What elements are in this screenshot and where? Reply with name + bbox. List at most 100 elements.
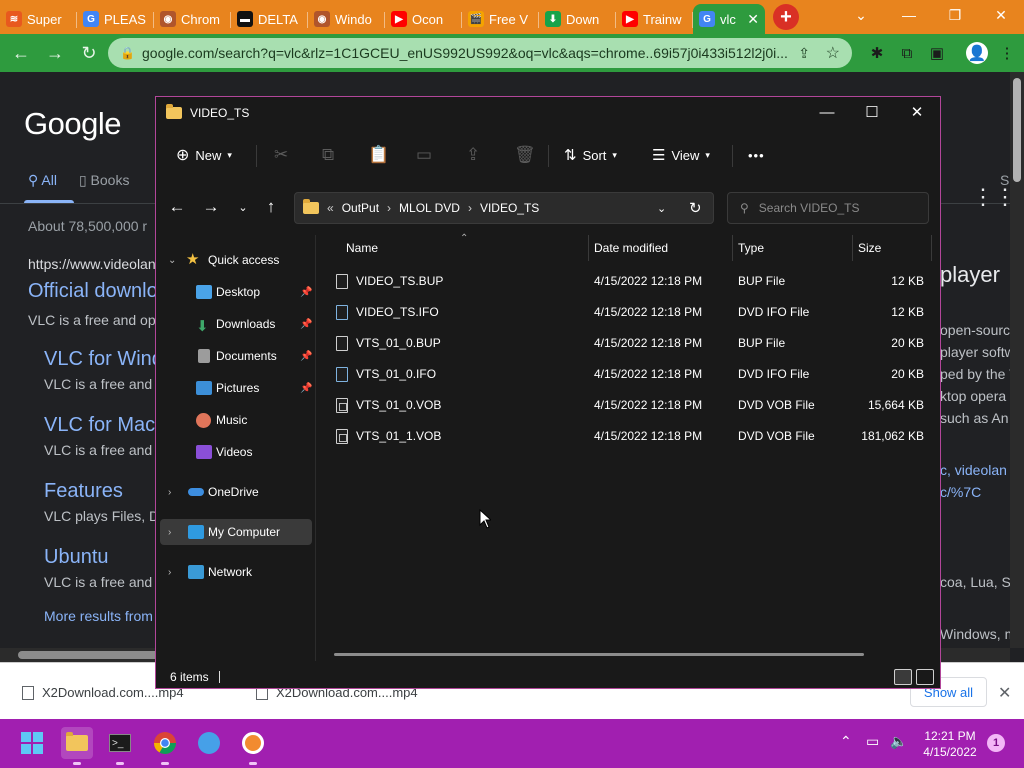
nav-music[interactable]: Music — [160, 407, 312, 433]
nav-pictures[interactable]: Pictures 📌 — [160, 375, 312, 401]
network-tray-icon[interactable]: ▭ — [866, 733, 879, 750]
browser-menu-icon[interactable]: ⋮ — [996, 42, 1018, 64]
nav-onedrive[interactable]: › OneDrive — [160, 479, 312, 505]
view-button[interactable]: ☰ View ▾ — [652, 141, 710, 169]
column-header-name[interactable]: Name — [346, 241, 378, 255]
pin-icon[interactable]: 📌 — [300, 351, 312, 362]
notification-badge[interactable]: 1 — [987, 734, 1005, 752]
delete-icon[interactable]: 🗑 — [514, 141, 536, 169]
tab-books[interactable]: ▯ Books — [79, 172, 130, 189]
app-taskbar-icon[interactable] — [237, 727, 269, 765]
page-vertical-scrollbar[interactable] — [1010, 72, 1024, 648]
sitelink-title[interactable]: VLC for Wind — [44, 348, 163, 371]
column-divider[interactable] — [732, 235, 733, 261]
pin-icon[interactable]: 📌 — [300, 287, 312, 298]
terminal-taskbar-icon[interactable]: >_ — [104, 727, 136, 765]
close-tab-icon[interactable]: ✕ — [747, 11, 759, 28]
browser-tab[interactable]: ≋ Super — [0, 4, 77, 34]
overflow-chevron[interactable]: « — [327, 201, 334, 215]
more-options-button[interactable]: ••• — [748, 141, 765, 169]
column-divider[interactable] — [852, 235, 853, 261]
close-button[interactable]: ✕ — [894, 97, 940, 127]
result-title[interactable]: Official downlo — [28, 280, 158, 303]
close-browser-button[interactable]: ✕ — [978, 0, 1024, 30]
extension-icon[interactable]: ⧉ — [896, 42, 918, 64]
minimize-browser-button[interactable]: — — [886, 0, 932, 30]
back-arrow-icon[interactable]: ← — [164, 195, 190, 219]
chevron-up-icon[interactable]: ⌃ — [840, 733, 852, 750]
sitelink-title[interactable]: Features — [44, 480, 123, 503]
column-divider[interactable] — [588, 235, 589, 261]
app-taskbar-icon[interactable] — [193, 727, 225, 759]
nav-documents[interactable]: Documents 📌 — [160, 343, 312, 369]
nav-quick-access[interactable]: ⌄ ★ Quick access — [160, 247, 312, 273]
column-header-type[interactable]: Type — [738, 241, 764, 255]
reload-icon[interactable]: ↻ — [74, 38, 104, 68]
browser-tab[interactable]: ◉ Chrom — [154, 4, 231, 34]
chevron-down-icon[interactable]: ⌄ — [168, 255, 176, 266]
search-input[interactable]: ⚲ Search VIDEO_TS — [727, 192, 929, 224]
file-explorer-taskbar-icon[interactable] — [61, 727, 93, 765]
breadcrumb-item[interactable]: OutPut — [342, 201, 379, 215]
chrome-taskbar-icon[interactable] — [149, 727, 181, 765]
maximize-button[interactable]: ☐ — [849, 97, 895, 127]
rename-icon[interactable]: ▭ — [416, 141, 432, 169]
nav-videos[interactable]: Videos — [160, 439, 312, 465]
browser-tab[interactable]: Gvlc ✕ — [693, 4, 765, 34]
browser-tab[interactable]: ▬ DELTA — [231, 4, 308, 34]
column-header-size[interactable]: Size — [858, 241, 881, 255]
back-arrow-icon[interactable]: ← — [6, 38, 36, 68]
nav-desktop[interactable]: Desktop 📌 — [160, 279, 312, 305]
pin-icon[interactable]: 📌 — [300, 383, 312, 394]
google-logo[interactable]: Google — [24, 106, 121, 142]
file-row[interactable]: VTS_01_0.BUP 4/15/2022 12:18 PM BUP File 20… — [330, 327, 934, 358]
tab-all[interactable]: ⚲ All — [28, 172, 57, 189]
breadcrumb[interactable]: « OutPut › MLOL DVD › VIDEO_TS ⌄ ↻ — [294, 192, 714, 224]
column-divider[interactable] — [931, 235, 932, 261]
close-icon[interactable]: ✕ — [998, 683, 1011, 703]
breadcrumb-item[interactable]: VIDEO_TS — [480, 201, 539, 215]
details-view-icon[interactable] — [894, 669, 912, 685]
pin-icon[interactable]: 📌 — [300, 319, 312, 330]
more-results-link[interactable]: More results from — [44, 608, 153, 624]
file-row[interactable]: VTS_01_0.VOB 4/15/2022 12:18 PM DVD VOB Fi… — [330, 389, 934, 420]
file-row[interactable]: VIDEO_TS.BUP 4/15/2022 12:18 PM BUP File 12… — [330, 265, 934, 296]
sitelink-title[interactable]: Ubuntu — [44, 546, 109, 569]
large-icons-view-icon[interactable] — [916, 669, 934, 685]
maximize-browser-button[interactable]: ❐ — [932, 0, 978, 30]
result-url[interactable]: https://www.videolan — [28, 256, 156, 272]
profile-avatar-icon[interactable]: 👤 — [966, 42, 988, 64]
forward-arrow-icon[interactable]: → — [40, 38, 70, 68]
new-button[interactable]: ⊕ New ▾ — [176, 141, 232, 169]
nav-network[interactable]: › Network — [160, 559, 312, 585]
file-row[interactable]: VTS_01_1.VOB 4/15/2022 12:18 PM DVD VOB Fi… — [330, 420, 934, 451]
cut-icon[interactable]: ✂ — [274, 141, 288, 169]
copy-icon[interactable]: ⧉ — [322, 141, 334, 169]
tab-search-icon[interactable]: ⌄ — [838, 0, 884, 30]
share-icon[interactable]: ⇪ — [466, 141, 480, 169]
horizontal-scrollbar[interactable] — [334, 653, 864, 656]
chevron-down-icon[interactable]: ⌄ — [657, 202, 666, 215]
address-bar[interactable]: 🔒 google.com/search?q=vlc&rlz=1C1GCEU_en… — [108, 38, 852, 68]
scrollbar-thumb[interactable] — [1013, 78, 1021, 182]
clock[interactable]: 12:21 PM 4/15/2022 — [918, 728, 982, 760]
chevron-right-icon[interactable]: › — [387, 201, 391, 215]
sort-button[interactable]: ⇅ Sort ▾ — [564, 141, 617, 169]
forward-arrow-icon[interactable]: → — [198, 195, 224, 219]
browser-tab[interactable]: 🎬 Free V — [462, 4, 539, 34]
paste-icon[interactable]: 📋 — [368, 141, 389, 169]
breadcrumb-item[interactable]: MLOL DVD — [399, 201, 460, 215]
browser-tab[interactable]: ▶ Trainw — [616, 4, 693, 34]
browser-tab[interactable]: ◉ Windo — [308, 4, 385, 34]
start-windows-icon[interactable] — [16, 727, 48, 759]
file-row[interactable]: VIDEO_TS.IFO 4/15/2022 12:18 PM DVD IFO Fi… — [330, 296, 934, 327]
file-row[interactable]: VTS_01_0.IFO 4/15/2022 12:18 PM DVD IFO Fi… — [330, 358, 934, 389]
share-icon[interactable]: ⇪ — [798, 45, 810, 62]
minimize-button[interactable]: — — [804, 97, 850, 127]
chevron-right-icon[interactable]: › — [168, 567, 171, 578]
chevron-right-icon[interactable]: › — [168, 487, 171, 498]
recent-locations-chevron-icon[interactable]: ⌄ — [230, 195, 256, 219]
browser-tab[interactable]: ⬇ Down — [539, 4, 616, 34]
chevron-right-icon[interactable]: › — [168, 527, 171, 538]
bookmark-star-icon[interactable]: ☆ — [826, 43, 840, 63]
